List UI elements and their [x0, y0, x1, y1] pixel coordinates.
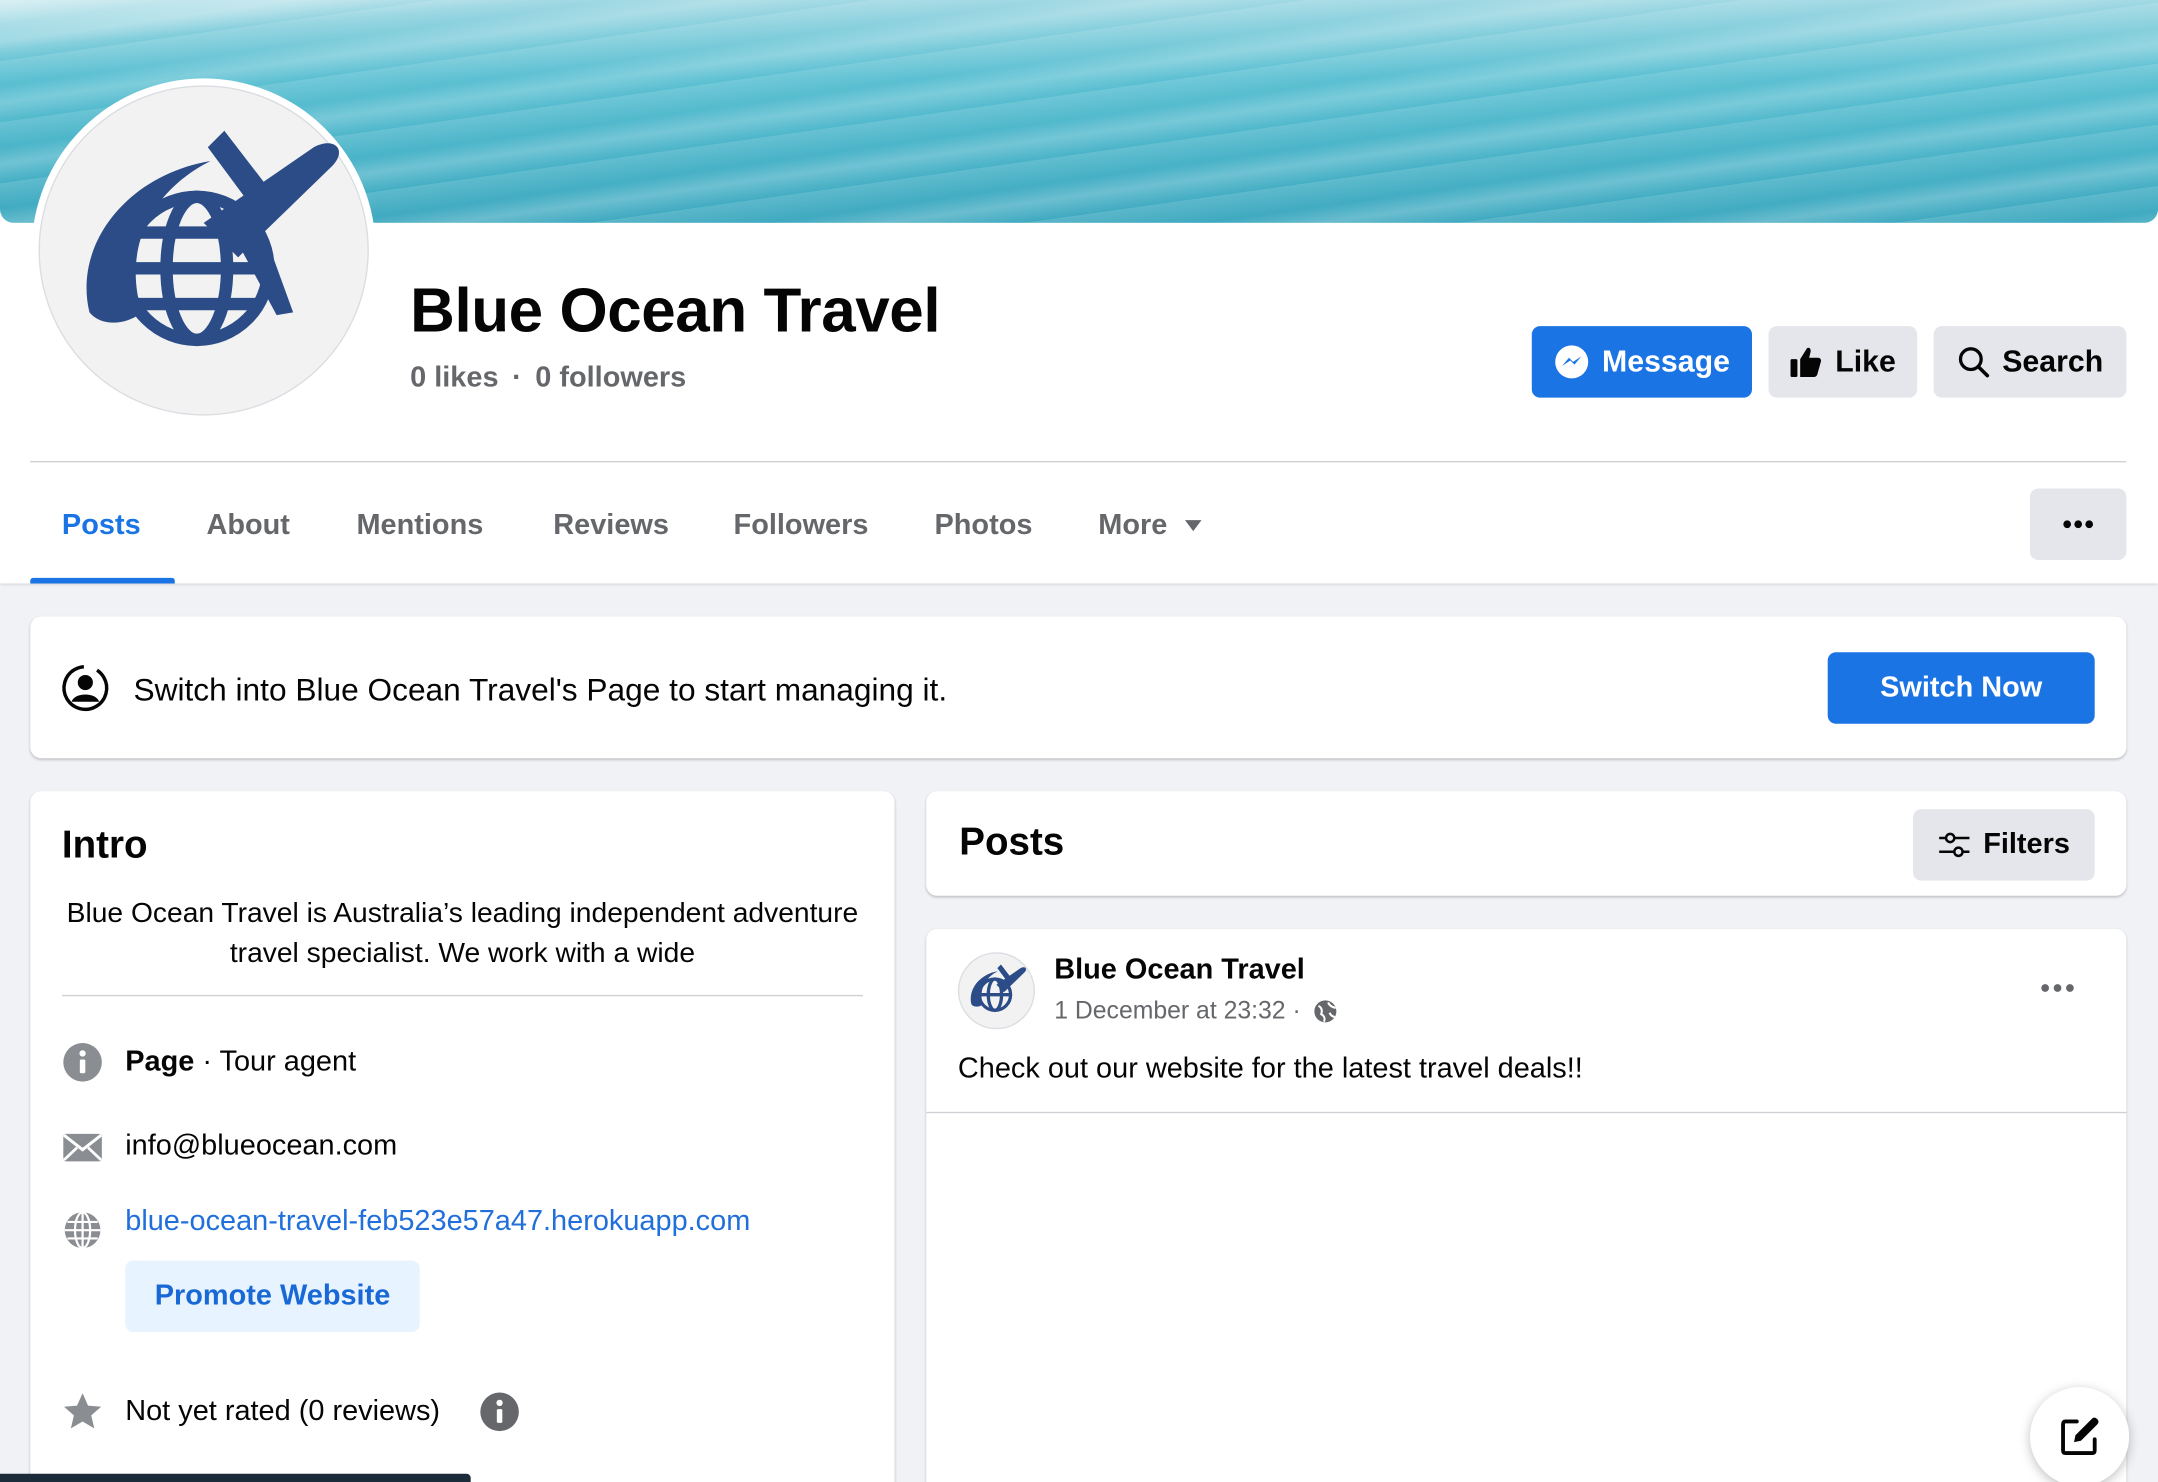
tab-photos[interactable]: Photos [934, 498, 1032, 553]
page-category: Page · Tour agent [125, 1043, 356, 1082]
active-tab-indicator [30, 577, 175, 584]
info-icon [63, 1043, 102, 1082]
intro-bio: Blue Ocean Travel is Australia’s leading… [66, 897, 859, 969]
intro-title: Intro [61, 822, 148, 866]
post-author-name[interactable]: Blue Ocean Travel [1054, 954, 1305, 987]
posts-section-title: Posts [959, 820, 1065, 863]
like-button[interactable]: Like [1768, 326, 1918, 398]
followers-count[interactable]: 0 followers [535, 362, 686, 394]
page-category-label: Page [125, 1045, 195, 1078]
rating-status: Not yet rated (0 reviews) [125, 1395, 441, 1427]
globe-plane-logo-icon [970, 964, 1027, 1012]
new-message-button[interactable] [2030, 1387, 2130, 1482]
post-divider [926, 1111, 2127, 1114]
stats-separator: · [512, 361, 522, 394]
bottom-progress-bar [0, 1473, 471, 1482]
sliders-icon [1939, 832, 1970, 858]
post-meta-separator: · [1285, 996, 1308, 1024]
tab-about[interactable]: About [206, 498, 289, 553]
post-author-avatar[interactable] [957, 952, 1035, 1030]
page-stats[interactable]: 0 likes · 0 followers [410, 359, 686, 398]
message-button[interactable]: Message [1531, 326, 1753, 398]
globe-icon [64, 1211, 101, 1250]
tab-mentions[interactable]: Mentions [356, 498, 483, 553]
globe-plane-logo-icon [86, 130, 340, 347]
switch-now-button[interactable]: Switch Now [1827, 652, 2095, 724]
message-button-label: Message [1602, 344, 1730, 379]
thumbs-up-icon [1791, 347, 1822, 378]
likes-count[interactable]: 0 likes [410, 362, 498, 394]
page-category-separator: · [194, 1045, 220, 1078]
post-timestamp[interactable]: 1 December at 23:32 [1054, 996, 1285, 1025]
page-title: Blue Ocean Travel [410, 275, 941, 346]
compose-icon [2061, 1417, 2099, 1456]
public-globe-icon [1314, 999, 1337, 1022]
search-button-label: Search [2002, 344, 2104, 379]
switch-profile-icon [62, 664, 109, 712]
tab-more-label: More [1098, 509, 1168, 541]
search-button[interactable]: Search [1933, 326, 2127, 398]
promote-website-button[interactable]: Promote Website [125, 1260, 420, 1333]
star-icon [63, 1393, 102, 1429]
rating-info-icon[interactable] [479, 1391, 520, 1432]
messenger-icon [1555, 345, 1589, 379]
post-text: Check out our website for the latest tra… [957, 1052, 1583, 1085]
search-icon [1958, 347, 1989, 378]
caret-down-icon [1185, 520, 1202, 532]
filters-button[interactable]: Filters [1913, 809, 2095, 881]
tab-more[interactable]: More [1098, 498, 1203, 553]
website-link[interactable]: blue-ocean-travel-feb523e57a47.herokuapp… [125, 1203, 750, 1242]
intro-divider [61, 994, 863, 997]
tab-followers[interactable]: Followers [734, 498, 869, 553]
tab-reviews[interactable]: Reviews [553, 498, 669, 553]
like-button-label: Like [1835, 344, 1896, 379]
switch-banner-text: Switch into Blue Ocean Travel's Page to … [133, 671, 948, 708]
contact-email[interactable]: info@blueocean.com [125, 1127, 397, 1166]
tab-posts[interactable]: Posts [62, 498, 141, 553]
post-options-icon[interactable] [2040, 982, 2076, 993]
profile-avatar[interactable] [38, 85, 369, 416]
post-meta: 1 December at 23:32 · [1054, 996, 1338, 1025]
page-category-value: Tour agent [219, 1045, 357, 1078]
envelope-icon [63, 1133, 103, 1162]
more-options-button[interactable] [2030, 488, 2127, 561]
ellipsis-icon [2063, 520, 2094, 529]
filters-button-label: Filters [1983, 828, 2070, 861]
header-divider [30, 460, 2127, 463]
